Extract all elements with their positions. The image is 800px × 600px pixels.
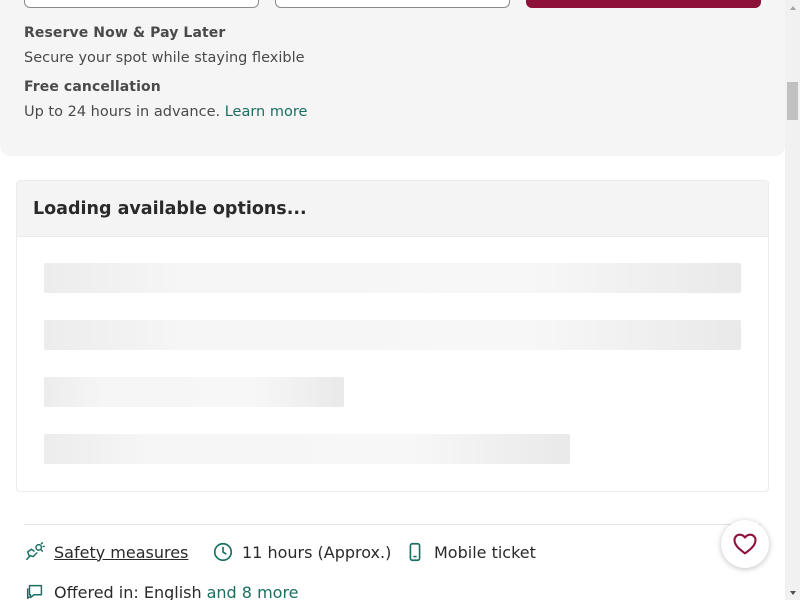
skeleton-line <box>44 263 741 293</box>
safety-measures-link[interactable]: Safety measures <box>54 543 188 562</box>
skeleton-line <box>44 377 344 407</box>
learn-more-link[interactable]: Learn more <box>225 104 308 120</box>
languages-more-link[interactable]: and 8 more <box>207 583 299 600</box>
feature-duration: 11 hours (Approx.) <box>212 541 391 563</box>
cancel-text-row: Up to 24 hours in advance. Learn more <box>24 104 307 120</box>
scroll-down-arrow-icon[interactable] <box>785 585 800 600</box>
divider <box>24 524 761 525</box>
safety-hands-icon <box>24 541 46 563</box>
wishlist-button[interactable] <box>721 520 769 568</box>
cancel-text: Up to 24 hours in advance. <box>24 104 221 120</box>
date-picker-field[interactable] <box>24 0 259 8</box>
heart-icon <box>731 530 759 558</box>
mobile-phone-icon <box>404 541 426 563</box>
options-loading-card: Loading available options... <box>16 180 769 492</box>
skeleton-line <box>44 434 570 464</box>
feature-ticket: Mobile ticket <box>404 541 536 563</box>
travelers-field[interactable] <box>275 0 510 8</box>
scrollbar-thumb[interactable] <box>787 82 798 120</box>
chat-bubbles-icon <box>24 581 46 600</box>
offered-in-text: Offered in: English <box>54 582 202 600</box>
check-availability-button[interactable] <box>526 0 761 8</box>
scrollbar[interactable] <box>785 0 800 600</box>
feature-safety: Safety measures <box>24 541 188 563</box>
booking-card: Reserve Now & Pay Later Secure your spot… <box>0 0 785 156</box>
options-loading-header: Loading available options... <box>17 181 768 237</box>
duration-text: 11 hours (Approx.) <box>242 542 392 562</box>
options-loading-title: Loading available options... <box>33 198 307 219</box>
clock-icon <box>212 541 234 563</box>
reserve-text: Secure your spot while staying flexible <box>24 50 305 66</box>
skeleton-line <box>44 320 741 350</box>
feature-language: Offered in: English and 8 more <box>24 581 299 600</box>
cancel-title: Free cancellation <box>24 79 161 95</box>
mobile-ticket-text: Mobile ticket <box>434 542 536 562</box>
page: Reserve Now & Pay Later Secure your spot… <box>0 0 785 600</box>
reserve-title: Reserve Now & Pay Later <box>24 25 226 41</box>
scroll-up-arrow-icon[interactable] <box>785 0 800 15</box>
